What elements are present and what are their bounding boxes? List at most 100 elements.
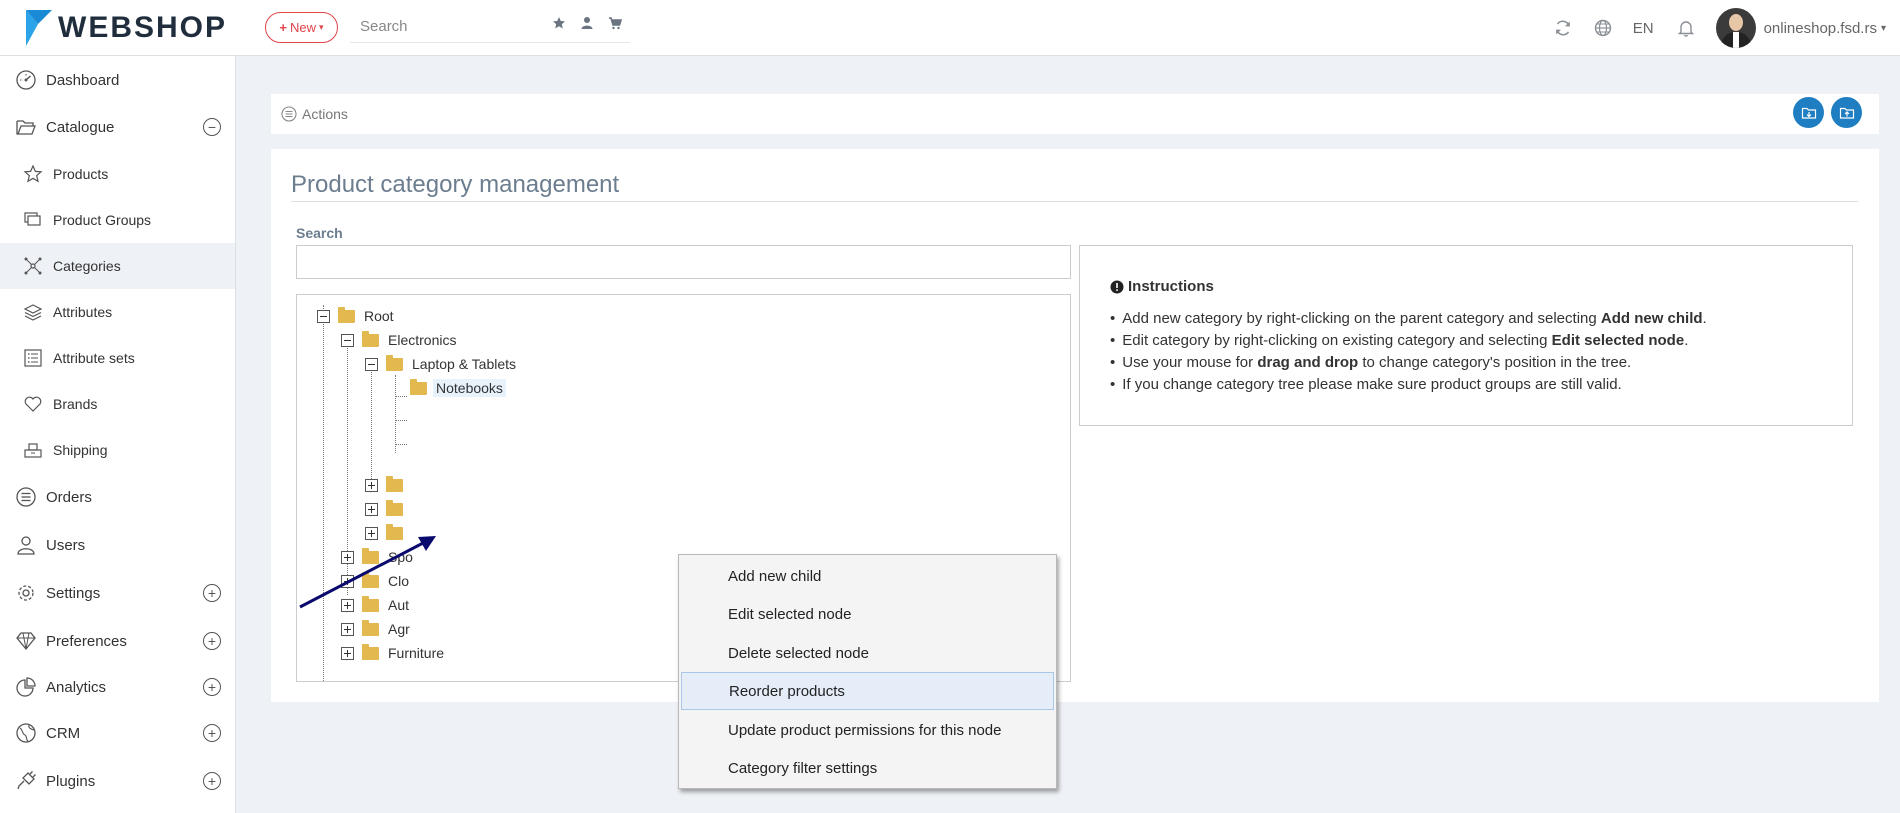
- sidebar-item-dashboard[interactable]: Dashboard: [0, 57, 235, 103]
- context-menu-add-new-child[interactable]: Add new child: [681, 557, 1054, 595]
- folder-icon: [362, 619, 379, 636]
- import-button[interactable]: [1793, 97, 1824, 128]
- expand-icon[interactable]: [365, 502, 378, 516]
- expand-icon[interactable]: +: [203, 678, 221, 696]
- tree-node-sport[interactable]: Spo: [341, 546, 416, 568]
- sidebar-item-analytics[interactable]: Analytics +: [0, 664, 235, 710]
- sidebar-item-settings[interactable]: Settings +: [0, 570, 235, 616]
- instructions-list: Add new category by right-clicking on th…: [1110, 308, 1706, 396]
- refresh-icon[interactable]: [1553, 18, 1573, 38]
- logo-flag-icon: [26, 10, 52, 46]
- expand-icon[interactable]: [341, 646, 354, 660]
- folder-icon: [386, 354, 403, 371]
- user-menu[interactable]: onlineshop.fsd.rs ▾: [1764, 20, 1886, 37]
- collapse-icon[interactable]: −: [203, 118, 221, 136]
- collapse-icon[interactable]: [341, 333, 354, 347]
- sidebar-item-catalogue[interactable]: Catalogue −: [0, 104, 235, 150]
- sidebar-item-products[interactable]: Products: [0, 151, 235, 197]
- tree-node-collapsed[interactable]: [365, 474, 409, 496]
- avatar[interactable]: [1715, 8, 1756, 48]
- tree-node-electronics[interactable]: Electronics: [341, 329, 459, 351]
- expand-icon[interactable]: [341, 574, 354, 588]
- sidebar-item-product-groups[interactable]: Product Groups: [0, 197, 235, 243]
- expand-icon[interactable]: [365, 526, 378, 540]
- expand-icon[interactable]: +: [203, 724, 221, 742]
- sidebar-item-preferences[interactable]: Preferences +: [0, 618, 235, 664]
- collapse-icon[interactable]: [365, 357, 378, 371]
- tree-node-laptop-tablets[interactable]: Laptop & Tablets: [365, 353, 519, 375]
- category-search-label: Search: [296, 225, 343, 241]
- sidebar-item-label: Shipping: [53, 442, 108, 458]
- expand-icon[interactable]: +: [203, 584, 221, 602]
- sidebar-item-plugins[interactable]: Plugins +: [0, 758, 235, 804]
- folder-export-icon: [1839, 107, 1854, 119]
- context-menu-delete-selected-node[interactable]: Delete selected node: [681, 634, 1054, 672]
- sidebar-item-shipping[interactable]: Shipping: [0, 427, 235, 473]
- sidebar-item-label: Brands: [53, 396, 98, 412]
- heart-icon: [22, 392, 44, 416]
- language-selector[interactable]: EN: [1633, 20, 1654, 37]
- logo[interactable]: WEBSHOP: [24, 6, 227, 50]
- list-circle-icon: [14, 485, 38, 509]
- sidebar-item-attributes[interactable]: Attributes: [0, 289, 235, 335]
- tree-node-furniture[interactable]: Furniture: [341, 642, 447, 664]
- instructions-title: Instructions: [1110, 278, 1214, 295]
- star-icon: [22, 162, 44, 186]
- folder-icon: [386, 523, 403, 540]
- actions-menu[interactable]: Actions: [281, 106, 348, 122]
- tree-node-notebooks[interactable]: Notebooks: [389, 377, 506, 399]
- expand-icon[interactable]: [365, 478, 378, 492]
- folder-icon: [362, 595, 379, 612]
- folder-icon: [362, 571, 379, 588]
- tree-node-label: Electronics: [388, 332, 457, 348]
- tree-node-clothing[interactable]: Clo: [341, 570, 412, 592]
- tree-node-label: Agr: [388, 621, 410, 637]
- new-button[interactable]: + New ▾: [265, 12, 338, 43]
- collapse-icon[interactable]: [317, 309, 330, 323]
- expand-icon[interactable]: +: [203, 632, 221, 650]
- user-icon[interactable]: [580, 16, 594, 30]
- folder-icon: [386, 499, 403, 516]
- sidebar-item-brands[interactable]: Brands: [0, 381, 235, 427]
- bell-icon[interactable]: [1676, 18, 1696, 38]
- tree-node-agriculture[interactable]: Agr: [341, 618, 413, 640]
- export-button[interactable]: [1831, 97, 1862, 128]
- category-search-input[interactable]: [296, 245, 1071, 279]
- sidebar-item-crm[interactable]: CRM +: [0, 710, 235, 756]
- tree-node-collapsed[interactable]: [365, 498, 409, 520]
- sidebar-item-label: Users: [46, 536, 86, 554]
- tree-node-auto[interactable]: Aut: [341, 594, 412, 616]
- star-icon[interactable]: [552, 16, 566, 30]
- expand-icon[interactable]: [341, 622, 354, 636]
- sidebar-item-users[interactable]: Users: [0, 522, 235, 568]
- new-button-label: New: [290, 20, 317, 35]
- sidebar-item-label: Plugins: [46, 772, 96, 790]
- folder-icon: [386, 475, 403, 492]
- sidebar-item-label: Categories: [53, 258, 121, 274]
- tree-node-root[interactable]: Root: [317, 305, 397, 327]
- tree-node-label: Clo: [388, 573, 410, 589]
- instruction-item: Add new category by right-clicking on th…: [1110, 308, 1706, 330]
- title-divider: [291, 201, 1858, 202]
- sidebar-item-orders[interactable]: Orders: [0, 474, 235, 520]
- sidebar-item-categories[interactable]: Categories: [0, 243, 235, 289]
- context-menu-reorder-products[interactable]: Reorder products: [681, 672, 1054, 710]
- folder-icon: [362, 643, 379, 660]
- sidebar: Dashboard Catalogue − Products Product G…: [0, 56, 236, 813]
- expand-icon[interactable]: [341, 550, 354, 564]
- folder-icon: [362, 330, 379, 347]
- sidebar-item-attribute-sets[interactable]: Attribute sets: [0, 335, 235, 381]
- sidebar-item-label: Preferences: [46, 632, 127, 650]
- tree-node-collapsed[interactable]: [365, 522, 409, 544]
- sidebar-item-label: Analytics: [46, 678, 107, 696]
- expand-icon[interactable]: [341, 598, 354, 612]
- expand-icon[interactable]: +: [203, 772, 221, 790]
- context-menu-edit-selected-node[interactable]: Edit selected node: [681, 595, 1054, 633]
- layers-icon: [22, 300, 44, 324]
- folder-open-icon: [14, 115, 38, 139]
- context-menu-category-filter-settings[interactable]: Category filter settings: [681, 749, 1054, 787]
- cart-icon[interactable]: [608, 16, 623, 30]
- context-menu-update-product-permissions[interactable]: Update product permissions for this node: [681, 711, 1054, 749]
- globe-icon: [14, 721, 38, 745]
- globe-icon[interactable]: [1593, 18, 1613, 38]
